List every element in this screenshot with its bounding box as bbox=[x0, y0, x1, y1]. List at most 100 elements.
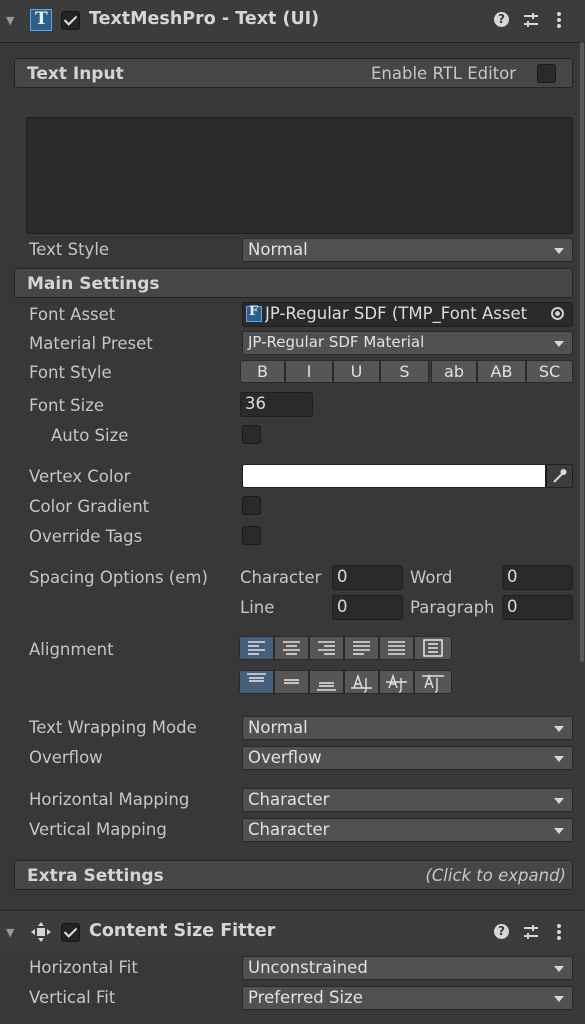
color-gradient-label: Color Gradient bbox=[29, 497, 150, 516]
lowercase-button[interactable]: ab bbox=[431, 360, 477, 383]
underline-button[interactable]: U bbox=[333, 360, 380, 383]
font-asset-field[interactable]: F JP-Regular SDF (TMP_Font Asset bbox=[242, 302, 573, 327]
word-spacing-input[interactable]: 0 bbox=[502, 565, 573, 590]
font-asset-label: Font Asset bbox=[29, 305, 116, 324]
vertex-color-swatch[interactable] bbox=[242, 464, 546, 488]
component-title: TextMeshPro - Text (UI) bbox=[89, 9, 320, 29]
chevron-down-icon bbox=[554, 726, 564, 732]
vertical-mapping-value: Character bbox=[248, 820, 330, 839]
character-spacing-input[interactable]: 0 bbox=[332, 565, 403, 590]
font-style-button-group: B I U S ab AB SC bbox=[240, 360, 573, 383]
strikethrough-button[interactable]: S bbox=[380, 360, 429, 383]
text-wrapping-dropdown[interactable]: Normal bbox=[242, 716, 573, 740]
material-preset-value: JP-Regular SDF Material bbox=[248, 333, 425, 351]
tmp-enabled-checkbox[interactable] bbox=[61, 11, 80, 30]
context-menu-icon[interactable] bbox=[556, 923, 562, 941]
override-tags-label: Override Tags bbox=[29, 527, 143, 546]
section-title: Text Input bbox=[27, 64, 124, 84]
rtl-editor-label: Enable RTL Editor bbox=[371, 64, 517, 83]
align-justified-icon[interactable] bbox=[344, 636, 379, 660]
align-capline-icon[interactable] bbox=[414, 670, 452, 694]
section-title: Main Settings bbox=[27, 274, 160, 294]
expand-hint: (Click to expand) bbox=[425, 866, 566, 885]
main-settings-section-header[interactable]: Main Settings bbox=[14, 268, 573, 298]
align-baseline-icon[interactable] bbox=[344, 670, 379, 694]
material-preset-dropdown[interactable]: JP-Regular SDF Material bbox=[242, 331, 573, 355]
vertex-color-label: Vertex Color bbox=[29, 467, 131, 486]
auto-size-checkbox[interactable] bbox=[242, 425, 261, 444]
chevron-down-icon bbox=[554, 341, 564, 347]
content-size-fitter-enabled-checkbox[interactable] bbox=[61, 923, 80, 942]
vertical-alignment-group bbox=[239, 670, 452, 694]
overflow-label: Overflow bbox=[29, 748, 103, 767]
extra-settings-section-header[interactable]: Extra Settings (Click to expand) bbox=[14, 860, 573, 890]
chevron-down-icon bbox=[554, 248, 564, 254]
text-wrapping-label: Text Wrapping Mode bbox=[29, 718, 197, 737]
italic-button[interactable]: I bbox=[285, 360, 333, 383]
bold-button[interactable]: B bbox=[240, 360, 285, 383]
presets-icon[interactable] bbox=[523, 924, 539, 940]
text-style-value: Normal bbox=[248, 240, 308, 259]
align-top-icon[interactable] bbox=[239, 670, 274, 694]
character-spacing-label: Character bbox=[240, 568, 322, 587]
spacing-options-label: Spacing Options (em) bbox=[29, 568, 208, 587]
font-style-label: Font Style bbox=[29, 363, 112, 382]
line-spacing-input[interactable]: 0 bbox=[332, 595, 403, 620]
context-menu-icon[interactable] bbox=[556, 11, 562, 29]
presets-icon[interactable] bbox=[523, 12, 539, 28]
rtl-editor-checkbox[interactable] bbox=[537, 64, 556, 83]
vertical-mapping-dropdown[interactable]: Character bbox=[242, 818, 573, 842]
align-middle-icon[interactable] bbox=[274, 670, 309, 694]
object-picker-icon[interactable] bbox=[551, 307, 564, 320]
font-asset-icon: F bbox=[246, 304, 262, 322]
foldout-arrow-icon[interactable]: ▼ bbox=[6, 14, 14, 27]
font-size-input[interactable]: 36 bbox=[240, 392, 313, 417]
text-input-area[interactable] bbox=[26, 117, 573, 234]
horizontal-fit-label: Horizontal Fit bbox=[29, 958, 138, 977]
align-left-icon[interactable] bbox=[239, 636, 274, 660]
help-icon[interactable]: ? bbox=[494, 924, 509, 939]
align-geometry-center-icon[interactable] bbox=[414, 636, 452, 660]
content-size-fitter-header: ▼ Content Size Fitter ? bbox=[0, 911, 585, 953]
scrollbar[interactable] bbox=[580, 42, 584, 662]
section-title: Extra Settings bbox=[27, 866, 164, 886]
smallcaps-button[interactable]: SC bbox=[526, 360, 573, 383]
align-center-icon[interactable] bbox=[274, 636, 309, 660]
vertical-mapping-label: Vertical Mapping bbox=[29, 820, 167, 839]
textmeshpro-icon: T bbox=[30, 9, 52, 31]
component-title: Content Size Fitter bbox=[89, 921, 276, 941]
align-midline-icon[interactable] bbox=[379, 670, 414, 694]
horizontal-mapping-value: Character bbox=[248, 790, 330, 809]
overflow-dropdown[interactable]: Overflow bbox=[242, 746, 573, 770]
paragraph-spacing-input[interactable]: 0 bbox=[502, 595, 573, 620]
horizontal-alignment-group bbox=[239, 636, 452, 660]
color-gradient-checkbox[interactable] bbox=[242, 496, 261, 515]
horizontal-mapping-dropdown[interactable]: Character bbox=[242, 788, 573, 812]
uppercase-button[interactable]: AB bbox=[477, 360, 526, 383]
chevron-down-icon bbox=[554, 966, 564, 972]
tmp-component-header: ▼ T TextMeshPro - Text (UI) ? bbox=[0, 0, 585, 43]
vertical-fit-label: Vertical Fit bbox=[29, 988, 116, 1007]
content-size-fitter-icon bbox=[31, 922, 51, 942]
override-tags-checkbox[interactable] bbox=[242, 526, 261, 545]
align-right-icon[interactable] bbox=[309, 636, 344, 660]
align-flush-icon[interactable] bbox=[379, 636, 414, 660]
horizontal-fit-value: Unconstrained bbox=[248, 958, 368, 977]
paragraph-spacing-label: Paragraph bbox=[410, 598, 495, 617]
horizontal-mapping-label: Horizontal Mapping bbox=[29, 790, 190, 809]
align-bottom-icon[interactable] bbox=[309, 670, 344, 694]
font-asset-value: JP-Regular SDF (TMP_Font Asset bbox=[265, 304, 528, 323]
chevron-down-icon bbox=[554, 798, 564, 804]
text-style-dropdown[interactable]: Normal bbox=[242, 238, 573, 262]
text-style-label: Text Style bbox=[29, 240, 110, 259]
vertical-fit-dropdown[interactable]: Preferred Size bbox=[242, 986, 573, 1010]
help-icon[interactable]: ? bbox=[494, 12, 509, 27]
eyedropper-icon[interactable] bbox=[546, 464, 573, 488]
overflow-value: Overflow bbox=[248, 748, 322, 767]
foldout-arrow-icon[interactable]: ▼ bbox=[6, 926, 14, 939]
chevron-down-icon bbox=[554, 756, 564, 762]
text-input-section-header[interactable]: Text Input Enable RTL Editor bbox=[14, 58, 573, 88]
vertical-fit-value: Preferred Size bbox=[248, 988, 363, 1007]
chevron-down-icon bbox=[554, 828, 564, 834]
horizontal-fit-dropdown[interactable]: Unconstrained bbox=[242, 956, 573, 980]
